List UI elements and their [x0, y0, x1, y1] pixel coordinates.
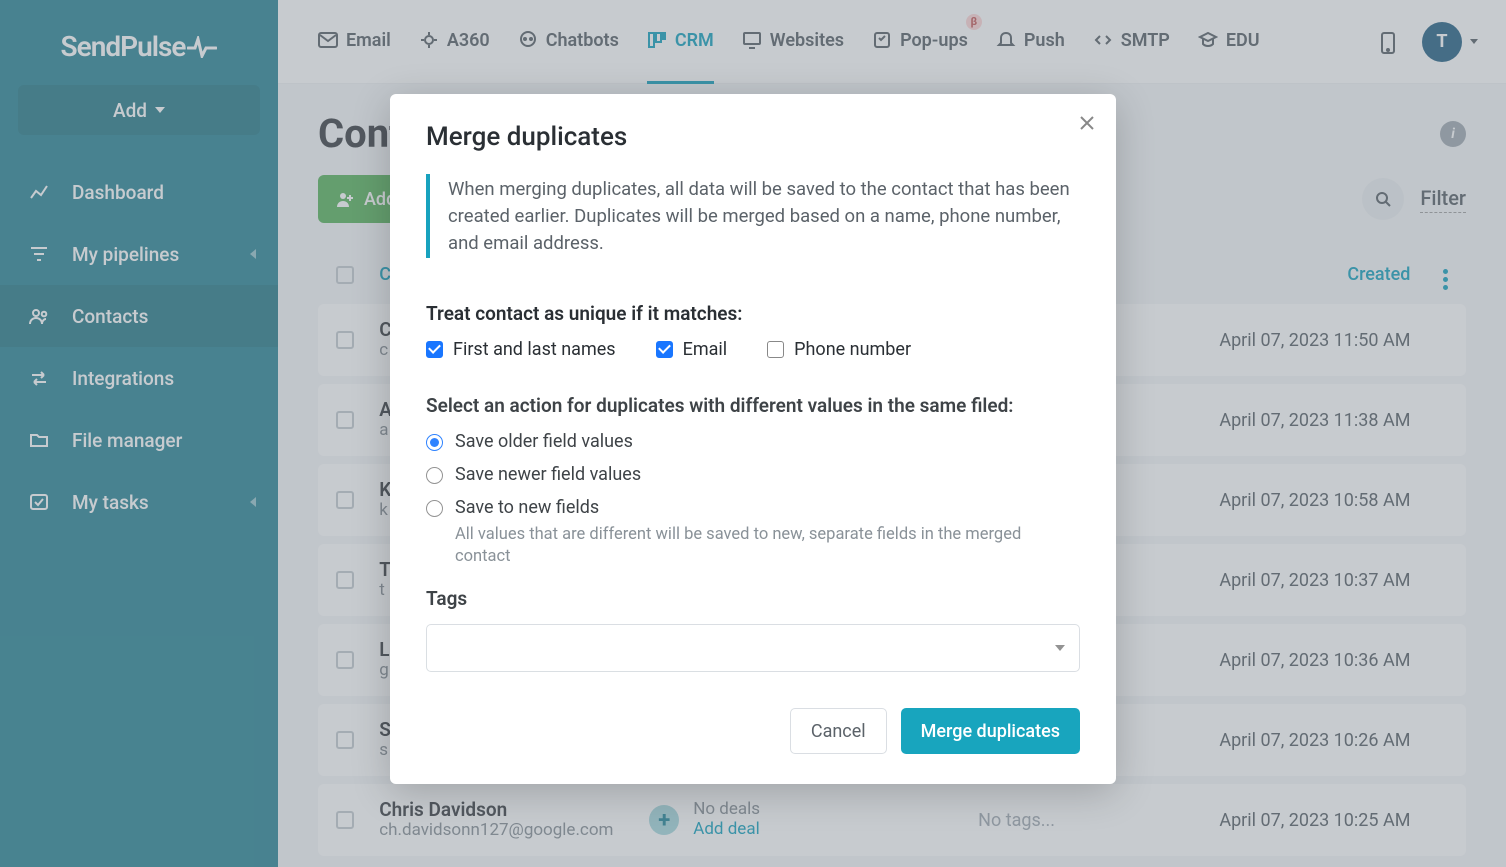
- radio-newer[interactable]: Save newer field values: [426, 464, 1080, 485]
- radio-newer-input[interactable]: [426, 467, 443, 484]
- radio-newfields-hint: All values that are different will be sa…: [455, 524, 1080, 567]
- modal-overlay: Merge duplicates When merging duplicates…: [0, 0, 1506, 867]
- modal-footer: Cancel Merge duplicates: [426, 708, 1080, 754]
- unique-label: Treat contact as unique if it matches:: [426, 302, 1080, 325]
- check-names[interactable]: First and last names: [426, 339, 616, 360]
- check-phone[interactable]: Phone number: [767, 339, 911, 360]
- merge-button[interactable]: Merge duplicates: [901, 708, 1080, 754]
- action-radio-group: Save older field values Save newer field…: [426, 431, 1080, 567]
- merge-duplicates-modal: Merge duplicates When merging duplicates…: [390, 94, 1116, 784]
- radio-older[interactable]: Save older field values: [426, 431, 1080, 452]
- cancel-button[interactable]: Cancel: [790, 708, 887, 754]
- check-names-input[interactable]: [426, 341, 443, 358]
- caret-down-icon: [1055, 645, 1065, 651]
- modal-info: When merging duplicates, all data will b…: [426, 174, 1080, 258]
- check-email[interactable]: Email: [656, 339, 728, 360]
- tags-label: Tags: [426, 587, 1080, 610]
- modal-title: Merge duplicates: [426, 122, 1080, 152]
- action-label: Select an action for duplicates with dif…: [426, 394, 1080, 417]
- tags-select[interactable]: [426, 624, 1080, 672]
- radio-older-input[interactable]: [426, 434, 443, 451]
- check-email-input[interactable]: [656, 341, 673, 358]
- radio-newfields[interactable]: Save to new fields: [426, 497, 1080, 518]
- check-phone-input[interactable]: [767, 341, 784, 358]
- unique-match-section: Treat contact as unique if it matches: F…: [390, 284, 1116, 394]
- close-icon[interactable]: [1078, 114, 1096, 136]
- radio-newfields-input[interactable]: [426, 500, 443, 517]
